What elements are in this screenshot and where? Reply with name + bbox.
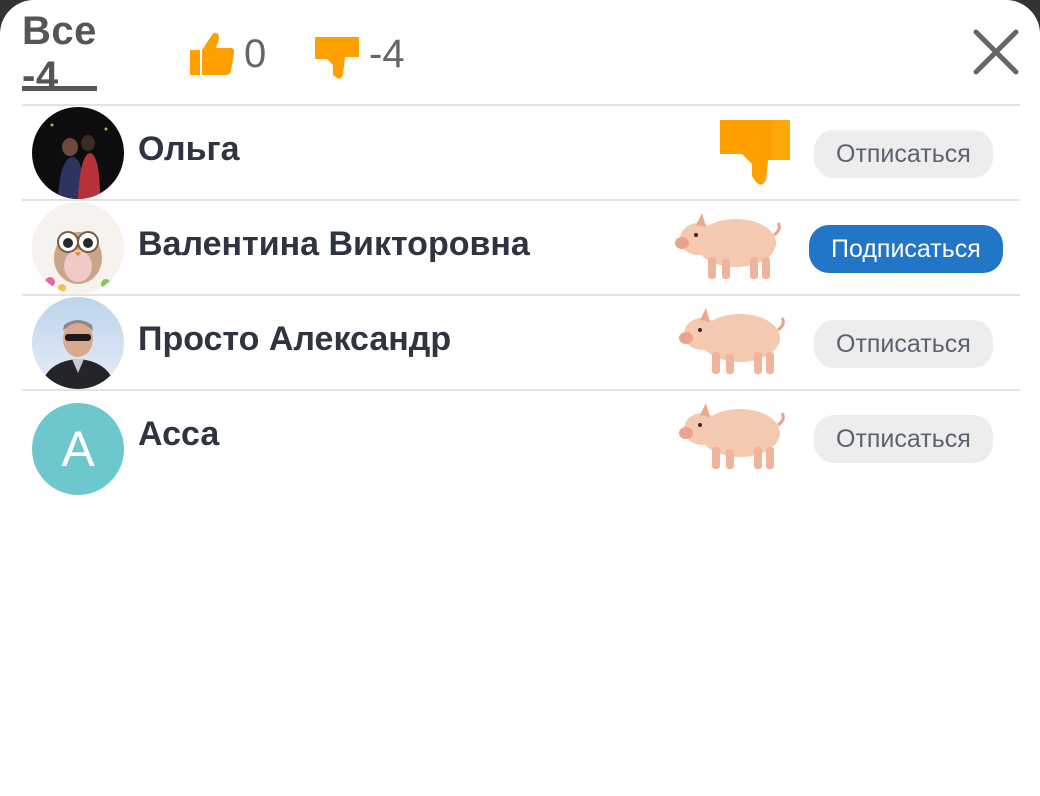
likes-count: 0 bbox=[244, 31, 267, 76]
subscribe-button[interactable]: Подписаться bbox=[809, 225, 1003, 273]
reactions-modal: Все -4 0 -4 Ольга Отписаться Валентина В… bbox=[0, 0, 1040, 796]
avatar[interactable] bbox=[32, 107, 124, 199]
thumb-down-icon bbox=[313, 31, 361, 79]
list-item: Валентина Викторовна Подписаться bbox=[22, 201, 1020, 295]
thumb-down-icon bbox=[716, 116, 792, 191]
avatar[interactable] bbox=[32, 297, 124, 389]
tab-dislikes[interactable]: -4 bbox=[313, 22, 405, 86]
pig-icon bbox=[676, 397, 788, 478]
user-name[interactable]: Асса bbox=[138, 415, 219, 454]
list-item: А Асса Отписаться bbox=[22, 391, 1020, 495]
unsubscribe-button[interactable]: Отписаться bbox=[814, 320, 993, 368]
list-item: Просто Александр Отписаться bbox=[22, 296, 1020, 390]
user-name[interactable]: Ольга bbox=[138, 130, 240, 169]
avatar[interactable]: А bbox=[32, 403, 124, 495]
pig-icon bbox=[676, 302, 788, 383]
close-icon[interactable] bbox=[972, 28, 1020, 76]
thumb-up-icon bbox=[188, 31, 236, 77]
user-name[interactable]: Просто Александр bbox=[138, 320, 451, 359]
active-tab-underline bbox=[22, 86, 97, 91]
dislikes-count: -4 bbox=[369, 31, 405, 76]
tab-likes[interactable]: 0 bbox=[188, 22, 266, 86]
list-item: Ольга Отписаться bbox=[22, 106, 1020, 200]
pig-icon bbox=[672, 207, 784, 288]
user-name[interactable]: Валентина Викторовна bbox=[138, 225, 530, 264]
unsubscribe-button[interactable]: Отписаться bbox=[814, 130, 993, 178]
unsubscribe-button[interactable]: Отписаться bbox=[814, 415, 993, 463]
avatar[interactable] bbox=[32, 202, 124, 294]
tab-all[interactable]: Все -4 bbox=[22, 9, 97, 98]
